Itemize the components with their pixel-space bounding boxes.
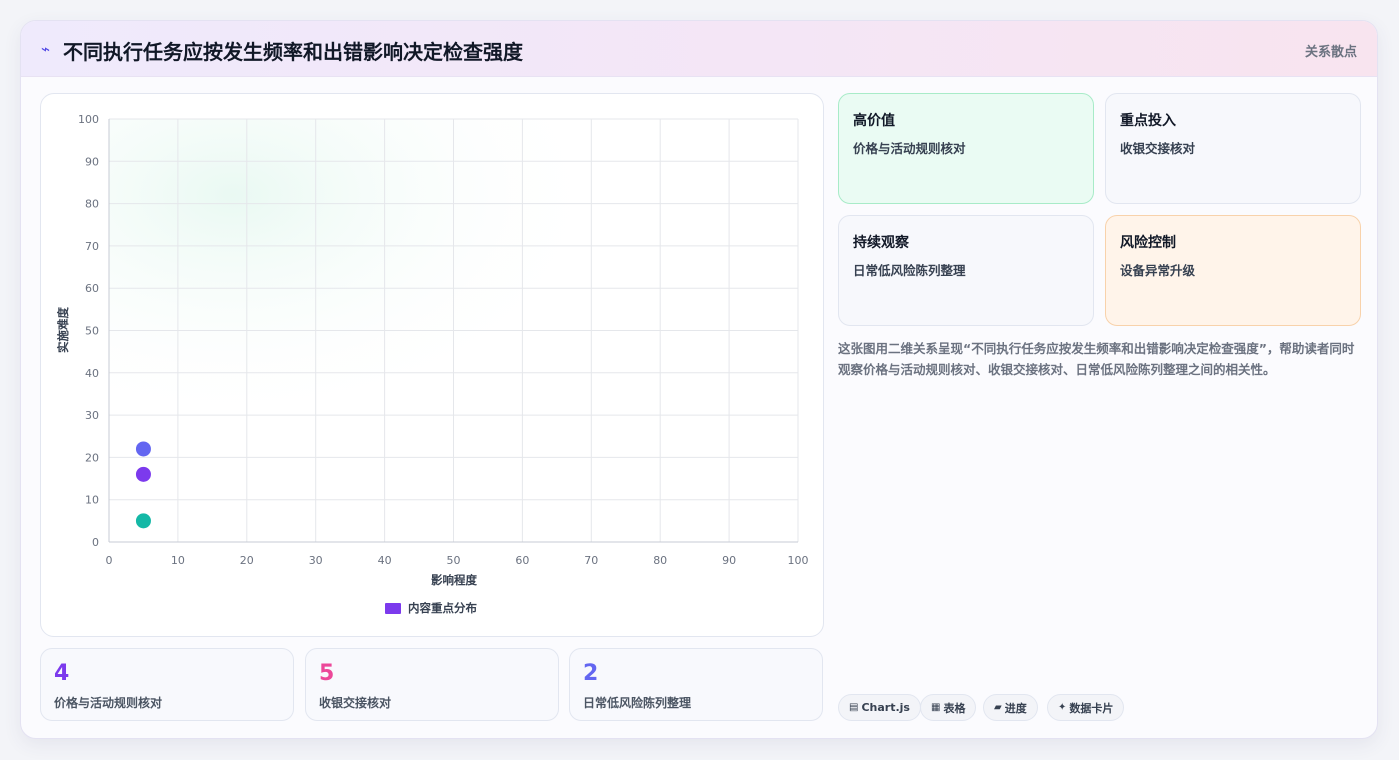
- x-tick-label: 0: [106, 554, 113, 567]
- main-card: ⌁ 不同执行任务应按发生频率和出错影响决定检查强度 关系散点 0 10 20 30 40…: [20, 20, 1378, 739]
- quadrant-title: 重点投入: [1120, 113, 1176, 129]
- quadrant-title: 风险控制: [1120, 235, 1176, 251]
- pill-label: 表格: [943, 701, 966, 715]
- stat-label: 日常低风险陈列整理: [583, 696, 692, 710]
- y-tick-label: 70: [85, 240, 99, 253]
- quadrant-title: 持续观察: [853, 235, 909, 251]
- scatter-chart: 0 10 20 30 40 50 60 70 80 90 100 0 10 20 30 40 50 60 70 80 9…: [56, 113, 809, 615]
- y-tick-label: 60: [85, 282, 99, 295]
- progress-icon: ▰: [994, 702, 1002, 713]
- quadrant-observe: 持续观察 日常低风险陈列整理: [838, 215, 1094, 326]
- stat-card-3: 2 日常低风险陈列整理: [569, 648, 823, 721]
- pill-progress[interactable]: ▰ 进度: [983, 694, 1038, 721]
- x-tick-label: 50: [447, 554, 461, 567]
- scatter-chart-panel: 0 10 20 30 40 50 60 70 80 90 100 0 10 20 30 40 50 60 70 80 9…: [40, 93, 824, 637]
- y-tick-label: 0: [92, 536, 99, 549]
- quadrant-desc: 价格与活动规则核对: [853, 141, 966, 156]
- x-tick-label: 60: [515, 554, 529, 567]
- bolt-icon: ⌁: [41, 40, 51, 58]
- y-tick-label: 40: [85, 367, 99, 380]
- pill-table[interactable]: ▦ 表格: [920, 694, 977, 721]
- x-tick-label: 90: [722, 554, 736, 567]
- scatter-point[interactable]: [135, 513, 151, 529]
- pill-label: Chart.js: [861, 701, 910, 714]
- x-tick-label: 100: [788, 554, 809, 567]
- pill-label: 进度: [1004, 701, 1027, 715]
- quadrant-high-value: 高价值 价格与活动规则核对: [838, 93, 1094, 204]
- y-tick-label: 100: [78, 113, 99, 126]
- pill-label: 数据卡片: [1069, 701, 1114, 715]
- quadrant-key-investment: 重点投入 收银交接核对: [1105, 93, 1361, 204]
- x-tick-label: 20: [240, 554, 254, 567]
- stat-card-1: 4 价格与活动规则核对: [40, 648, 294, 721]
- y-tick-label: 20: [85, 451, 99, 464]
- y-tick-label: 50: [85, 325, 99, 338]
- stat-label: 收银交接核对: [319, 696, 392, 710]
- table-icon: ▦: [931, 702, 941, 713]
- quadrant-desc: 设备异常升级: [1120, 263, 1196, 278]
- y-axis-label: 实施难度: [56, 307, 70, 353]
- header: ⌁ 不同执行任务应按发生频率和出错影响决定检查强度 关系散点: [21, 21, 1377, 77]
- x-tick-label: 80: [653, 554, 667, 567]
- x-axis-label: 影响程度: [431, 573, 477, 587]
- legend-swatch: [385, 603, 401, 614]
- stat-value: 4: [54, 661, 70, 686]
- stat-value: 5: [319, 661, 335, 686]
- chart-icon: ▤: [849, 702, 859, 713]
- x-tick-label: 70: [584, 554, 598, 567]
- stat-card-2: 5 收银交接核对: [305, 648, 559, 721]
- x-tick-label: 40: [378, 554, 392, 567]
- y-tick-label: 10: [85, 494, 99, 507]
- stat-value: 2: [583, 661, 599, 686]
- chart-legend[interactable]: 内容重点分布: [385, 601, 477, 615]
- stat-label: 价格与活动规则核对: [54, 696, 163, 710]
- pill-chartjs[interactable]: ▤ Chart.js: [838, 694, 921, 721]
- legend-label: 内容重点分布: [408, 601, 477, 615]
- y-tick-label: 90: [85, 155, 99, 168]
- pill-data-cards[interactable]: ✦ 数据卡片: [1047, 694, 1125, 721]
- x-tick-label: 10: [171, 554, 185, 567]
- y-tick-label: 80: [85, 198, 99, 211]
- chart-type-tag: 关系散点: [1304, 45, 1357, 60]
- quadrant-desc: 收银交接核对: [1120, 141, 1196, 156]
- page-title: 不同执行任务应按发生频率和出错影响决定检查强度: [63, 40, 523, 64]
- scatter-point[interactable]: [135, 466, 151, 482]
- chart-description: 这张图用二维关系呈现“不同执行任务应按发生频率和出错影响决定检查强度”，帮助读者…: [838, 341, 1355, 377]
- y-tick-label: 30: [85, 409, 99, 422]
- sparkle-icon: ✦: [1058, 702, 1067, 713]
- quadrant-risk-control: 风险控制 设备异常升级: [1105, 215, 1361, 326]
- quadrant-desc: 日常低风险陈列整理: [853, 263, 966, 278]
- scatter-point[interactable]: [135, 441, 151, 457]
- quadrant-title: 高价值: [853, 113, 895, 129]
- x-tick-label: 30: [309, 554, 323, 567]
